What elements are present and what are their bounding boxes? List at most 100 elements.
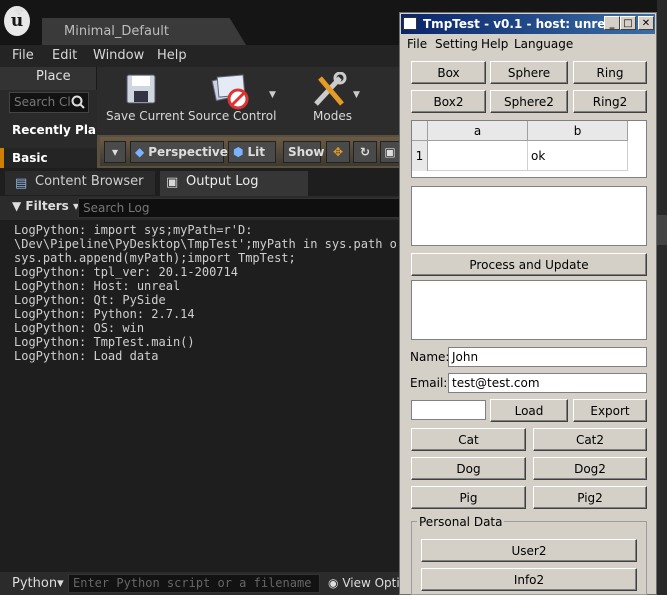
dog2-button[interactable]: Dog2 [533, 457, 647, 480]
source-control-button[interactable]: Source Control [188, 109, 276, 123]
table-header-b[interactable]: b [528, 121, 628, 141]
source-control-icon[interactable] [208, 72, 250, 110]
text-area-top[interactable] [411, 186, 647, 246]
recently-placed-category[interactable]: Recently Placed [12, 123, 96, 137]
cat2-button[interactable]: Cat2 [533, 428, 647, 451]
ue-menu-bar: File Edit Window Help [0, 45, 400, 67]
output-log-text: LogPython: import sys;myPath=r'D: \Dev\Pi… [0, 220, 400, 572]
table-corner[interactable] [412, 121, 428, 141]
email-field[interactable]: test@test.com [448, 373, 647, 393]
pig2-button[interactable]: Pig2 [533, 486, 647, 509]
save-icon[interactable] [126, 74, 156, 104]
table-header-a[interactable]: a [428, 121, 528, 141]
output-log-icon: ▣ [166, 175, 179, 190]
python-command-input[interactable]: Enter Python script or a filename to exe… [68, 574, 320, 593]
tmptest-menu-file[interactable]: File [407, 37, 427, 51]
export-button[interactable]: Export [573, 399, 647, 422]
ue-details-edge-field [657, 215, 667, 245]
log-line: LogPython: OS: win [14, 321, 145, 335]
lit-sphere-icon: ⬢ [233, 145, 244, 159]
name-field[interactable]: John [448, 347, 647, 367]
perspective-label: Perspective [148, 145, 228, 159]
move-tool-icon[interactable]: ✥ [326, 141, 350, 163]
ue-details-edge [657, 0, 667, 595]
sphere-button[interactable]: Sphere [490, 61, 568, 84]
user2-button[interactable]: User2 [421, 539, 637, 562]
close-icon[interactable]: ✕ [638, 16, 654, 30]
search-log-input[interactable]: Search Log [78, 198, 400, 218]
save-current-button[interactable]: Save Current [106, 109, 184, 123]
place-mode-icon: ✥ [14, 4, 25, 18]
chevron-down-icon: ▾ [111, 145, 119, 159]
python-mode-dropdown[interactable]: Python▾ [12, 576, 64, 591]
lit-label: Lit [247, 145, 265, 159]
log-line: LogPython: Host: unreal [14, 279, 181, 293]
minimize-icon[interactable]: _ [604, 16, 620, 30]
basic-category[interactable]: Basic [0, 148, 97, 168]
log-line: LogPython: Qt: PySide [14, 293, 166, 307]
process-and-update-button[interactable]: Process and Update [411, 253, 647, 276]
filters-button[interactable]: ▼ Filters ▾ [12, 199, 79, 213]
personal-data-label: Personal Data [417, 515, 505, 529]
perspective-cube-icon: ◆ [135, 145, 145, 159]
email-label: Email: [410, 376, 448, 390]
modes-button[interactable]: Modes [313, 109, 352, 123]
chevron-down-icon: ▾ [57, 576, 64, 591]
name-label: Name: [410, 350, 450, 364]
rotate-tool-icon[interactable]: ↻ [353, 141, 377, 163]
chevron-down-icon[interactable]: ▼ [269, 90, 276, 100]
tmptest-menu-setting[interactable]: Setting [435, 37, 478, 51]
pig-button[interactable]: Pig [411, 486, 526, 509]
chevron-down-icon[interactable]: ▼ [353, 90, 360, 100]
dog-button[interactable]: Dog [411, 457, 526, 480]
log-line: LogPython: import sys;myPath=r'D: [14, 223, 253, 237]
tab-output-log[interactable]: ▣ Output Log [160, 171, 308, 196]
load-button[interactable]: Load [490, 399, 568, 422]
table-row-index[interactable]: 1 [412, 141, 428, 171]
menu-help[interactable]: Help [157, 48, 187, 63]
tmptest-menu-language[interactable]: Language [514, 37, 573, 51]
ring-button[interactable]: Ring [573, 61, 647, 84]
ring2-button[interactable]: Ring2 [573, 90, 647, 113]
scale-tool-icon[interactable]: ▣ [380, 141, 400, 163]
tab-content-browser[interactable]: ▤ Content Browser [5, 171, 155, 195]
log-line: sys.path.append(myPath);import TmpTest; [14, 251, 296, 265]
tmptest-menu-help[interactable]: Help [481, 37, 508, 51]
log-line: LogPython: Load data [14, 349, 159, 363]
viewport-options-button[interactable]: ▾ [104, 141, 126, 163]
search-icon[interactable] [70, 94, 86, 110]
log-line: LogPython: Python: 2.7.14 [14, 307, 195, 321]
view-options-label: View Options [342, 576, 400, 590]
level-tab[interactable]: Minimal_Default [42, 18, 246, 45]
text-area-bottom[interactable] [411, 280, 647, 340]
path-input[interactable] [411, 400, 486, 420]
perspective-button[interactable]: ◆ Perspective [130, 141, 228, 163]
cat-button[interactable]: Cat [411, 428, 526, 451]
show-button[interactable]: Show [283, 141, 325, 163]
menu-edit[interactable]: Edit [52, 48, 77, 63]
log-line: LogPython: tpl_ver: 20.1-200714 [14, 265, 238, 279]
filter-icon: ▼ [12, 199, 22, 213]
window-icon [403, 17, 417, 30]
table-cell-a[interactable] [428, 141, 528, 171]
show-label: Show [288, 145, 325, 159]
box2-button[interactable]: Box2 [411, 90, 486, 113]
modes-tools-icon[interactable] [310, 72, 350, 110]
maximize-icon[interactable]: □ [620, 16, 636, 30]
python-mode-label: Python [12, 576, 58, 591]
log-line: LogPython: TmpTest.main() [14, 335, 195, 349]
log-line: \Dev\Pipeline\PyDesktop\TmpTest';myPath … [14, 237, 400, 251]
lit-button[interactable]: ⬢ Lit [228, 141, 276, 163]
sphere2-button[interactable]: Sphere2 [490, 90, 568, 113]
tmptest-menu-bar: File Setting Help Language [401, 34, 655, 54]
info2-button[interactable]: Info2 [421, 568, 637, 591]
content-browser-icon: ▤ [15, 176, 28, 191]
menu-file[interactable]: File [12, 48, 34, 63]
tab-content-browser-label: Content Browser [35, 174, 144, 189]
view-options-button[interactable]: ◉ View Options [328, 576, 400, 590]
filters-label: Filters [25, 199, 69, 213]
place-tab[interactable]: Place [0, 67, 96, 90]
menu-window[interactable]: Window [93, 48, 144, 63]
table-cell-b[interactable]: ok [528, 141, 628, 171]
box-button[interactable]: Box [411, 61, 486, 84]
